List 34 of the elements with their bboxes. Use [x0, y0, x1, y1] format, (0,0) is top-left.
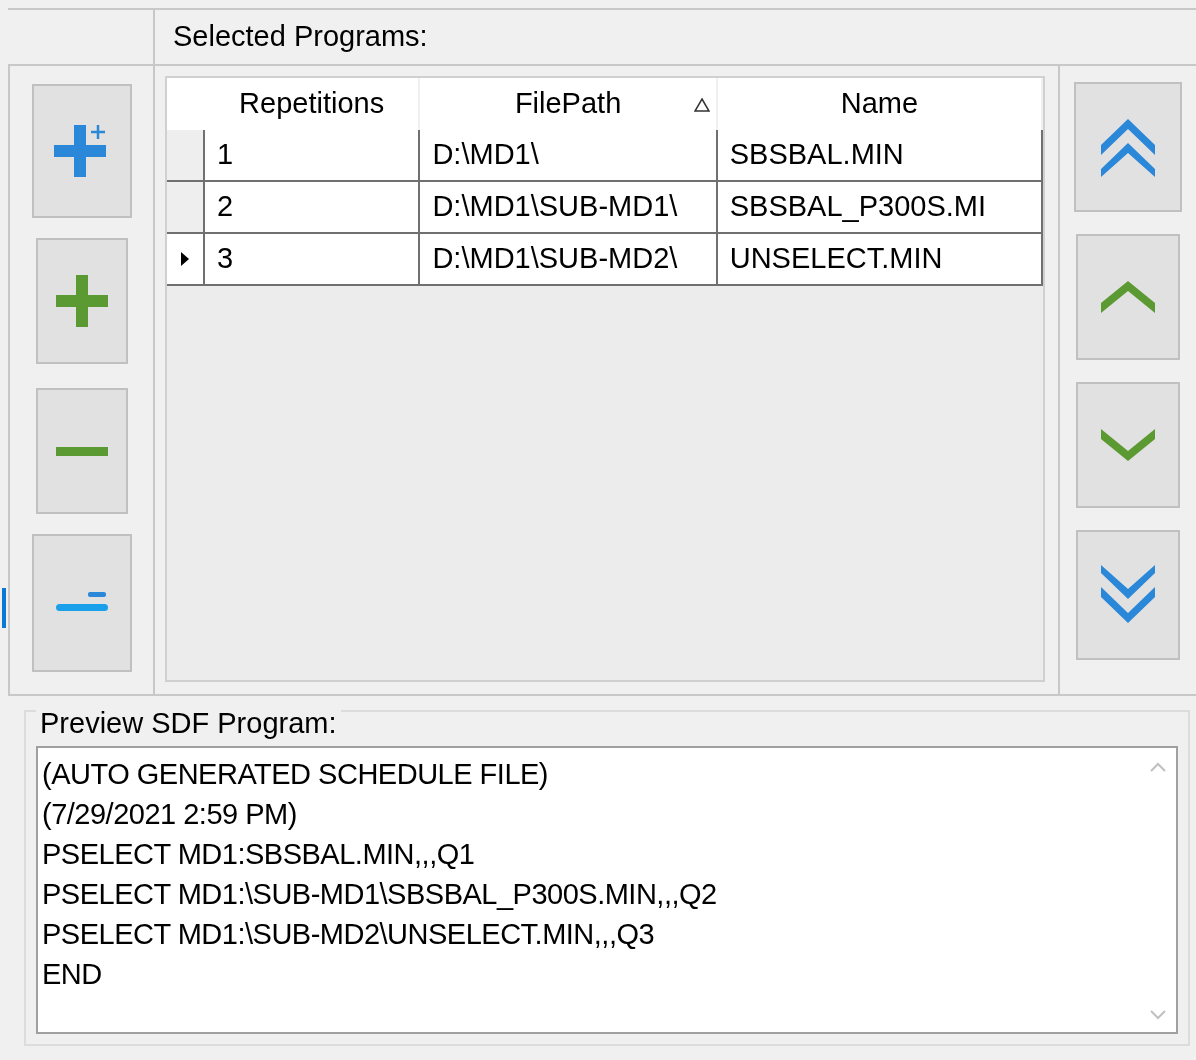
double-chevron-up-icon — [1101, 117, 1155, 177]
table-cell: D:\MD1\ — [420, 130, 718, 180]
code-line: END — [42, 957, 102, 992]
chevron-down-icon — [1101, 429, 1155, 461]
code-line: PSELECT MD1:\SUB-MD2\UNSELECT.MIN,,,Q3 — [42, 917, 655, 952]
remove-all-button[interactable] — [31, 534, 132, 672]
move-down-button[interactable] — [1076, 382, 1180, 508]
code-line: (7/29/2021 2:59 PM) — [42, 797, 297, 832]
focus-marker — [2, 588, 6, 628]
row-header[interactable] — [167, 234, 205, 284]
code-line: PSELECT MD1:SBSBAL.MIN,,,Q1 — [42, 837, 475, 872]
move-to-bottom-button[interactable] — [1076, 530, 1180, 660]
table-cell: SBSBAL.MIN — [717, 130, 1043, 180]
chevron-up-icon — [1101, 281, 1155, 313]
table-cell: SBSBAL_P300S.MI — [717, 182, 1043, 232]
current-row-arrow-icon — [179, 251, 190, 267]
minus-with-small-minus-icon — [55, 592, 108, 614]
add-multiple-button[interactable] — [31, 84, 132, 218]
move-to-top-button[interactable] — [1074, 82, 1182, 212]
section-title: Selected Programs: — [173, 19, 428, 55]
table-cell: UNSELECT.MIN — [717, 234, 1043, 284]
table-cell: 1 — [204, 130, 421, 180]
minus-icon — [55, 446, 108, 456]
remove-button[interactable] — [35, 388, 128, 514]
code-line: PSELECT MD1:\SUB-MD1\SBSBAL_P300S.MIN,,,Q2 — [42, 877, 717, 912]
table-cell: 2 — [204, 182, 421, 232]
code-line: (AUTO GENERATED SCHEDULE FILE) — [42, 757, 548, 792]
plus-icon — [55, 275, 108, 327]
add-button[interactable] — [35, 238, 128, 364]
double-chevron-down-icon — [1101, 565, 1155, 625]
table-cell: D:\MD1\SUB-MD2\ — [420, 234, 718, 284]
move-up-button[interactable] — [1076, 234, 1180, 360]
table-cell: 3 — [204, 234, 421, 284]
table-cell: D:\MD1\SUB-MD1\ — [420, 182, 718, 232]
